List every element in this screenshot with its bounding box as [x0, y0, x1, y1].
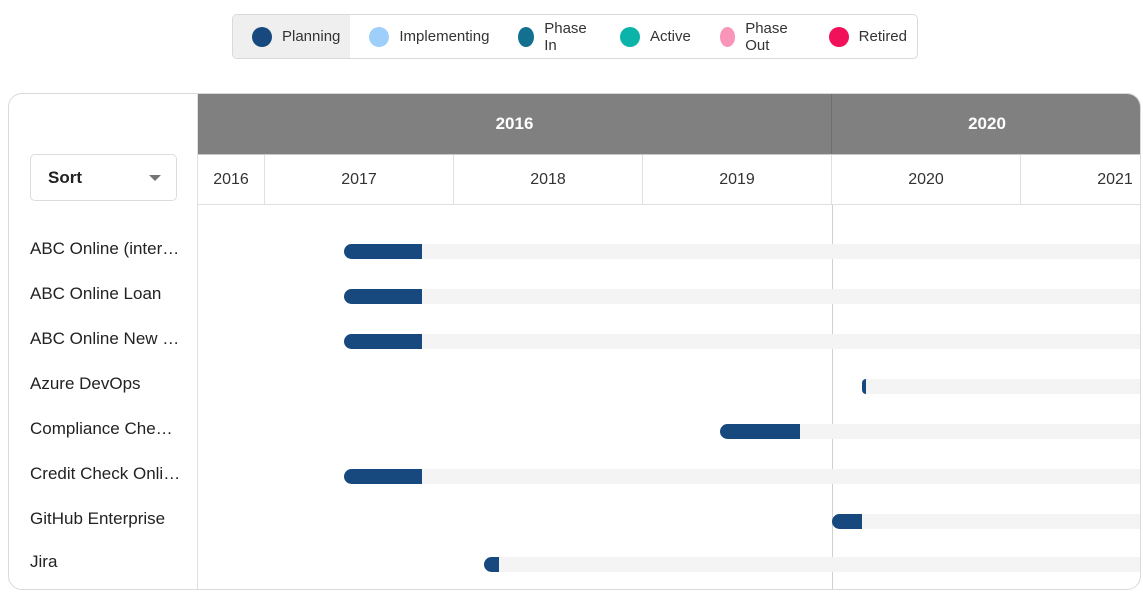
row-label[interactable]: Compliance Che… [30, 419, 173, 439]
row-label[interactable]: GitHub Enterprise [30, 509, 165, 529]
legend-dot-icon [719, 26, 736, 47]
legend-label: Active [649, 28, 691, 45]
legend-item-planning[interactable]: Planning [233, 15, 351, 58]
legend-label: Phase In [544, 19, 587, 54]
lifecycle-bar-planning[interactable] [720, 424, 800, 439]
legend-item-phase-in[interactable]: Phase In [499, 15, 601, 58]
legend-dot-icon [619, 26, 640, 47]
timeline: 2016 2020 2016 2017 2018 2019 2020 2021 [198, 94, 1140, 589]
timeline-track [499, 557, 1140, 572]
legend-item-retired[interactable]: Retired [810, 15, 917, 58]
row-label-pane: Sort ABC Online (inter… ABC Online Loan AB… [9, 94, 198, 589]
legend-dot-icon [828, 26, 849, 47]
row-label[interactable]: ABC Online (inter… [30, 239, 179, 259]
lifecycle-bar-planning[interactable] [484, 557, 500, 572]
year-header-2020: 2020 [832, 155, 1021, 205]
period-divider [832, 205, 833, 589]
legend-item-active[interactable]: Active [601, 15, 701, 58]
year-header-2017: 2017 [265, 155, 454, 205]
row-label[interactable]: Azure DevOps [30, 374, 141, 394]
year-header-row: 2016 2017 2018 2019 2020 2021 [198, 154, 1140, 205]
period-header-2020: 2020 [832, 94, 1140, 154]
timeline-track [866, 379, 1140, 394]
timeline-track [421, 244, 1140, 259]
row-label[interactable]: Credit Check Onli… [30, 464, 180, 484]
legend-label: Implementing [399, 28, 490, 45]
row-label[interactable]: Jira [30, 552, 57, 572]
timeline-track [421, 469, 1140, 484]
caret-down-icon [149, 174, 161, 181]
row-label[interactable]: ABC Online Loan [30, 284, 161, 304]
year-header-2018: 2018 [454, 155, 643, 205]
legend-dot-icon [252, 26, 272, 47]
legend-label: Phase Out [745, 19, 788, 54]
sort-label: Sort [48, 167, 82, 187]
lifecycle-bar-planning[interactable] [862, 379, 867, 394]
lifecycle-bar-planning[interactable] [344, 469, 422, 484]
legend-dot-icon [518, 26, 535, 47]
timeline-track [421, 334, 1140, 349]
period-header-2016: 2016 [198, 94, 832, 154]
roadmap-card: Sort ABC Online (inter… ABC Online Loan AB… [8, 93, 1141, 590]
lifecycle-bar-planning[interactable] [832, 514, 863, 529]
lifecycle-bar-planning[interactable] [344, 289, 422, 304]
year-header-2019: 2019 [643, 155, 832, 205]
sort-dropdown[interactable]: Sort [30, 154, 177, 201]
lifecycle-bar-planning[interactable] [344, 244, 422, 259]
legend-item-phase-out[interactable]: Phase Out [701, 15, 810, 58]
timeline-track [799, 424, 1140, 439]
legend-dot-icon [369, 26, 390, 47]
lifecycle-legend: Planning Implementing Phase In Active Phase … [232, 14, 918, 59]
year-header-2016: 2016 [198, 155, 265, 205]
legend-label: Retired [858, 28, 907, 45]
row-label[interactable]: ABC Online New … [30, 329, 179, 349]
timeline-track [862, 514, 1140, 529]
lifecycle-bar-planning[interactable] [344, 334, 422, 349]
year-header-2021: 2021 [1021, 155, 1140, 205]
legend-item-implementing[interactable]: Implementing [350, 15, 499, 58]
period-header-row: 2016 2020 [198, 94, 1140, 154]
timeline-track [421, 289, 1140, 304]
legend-label: Planning [282, 28, 341, 45]
